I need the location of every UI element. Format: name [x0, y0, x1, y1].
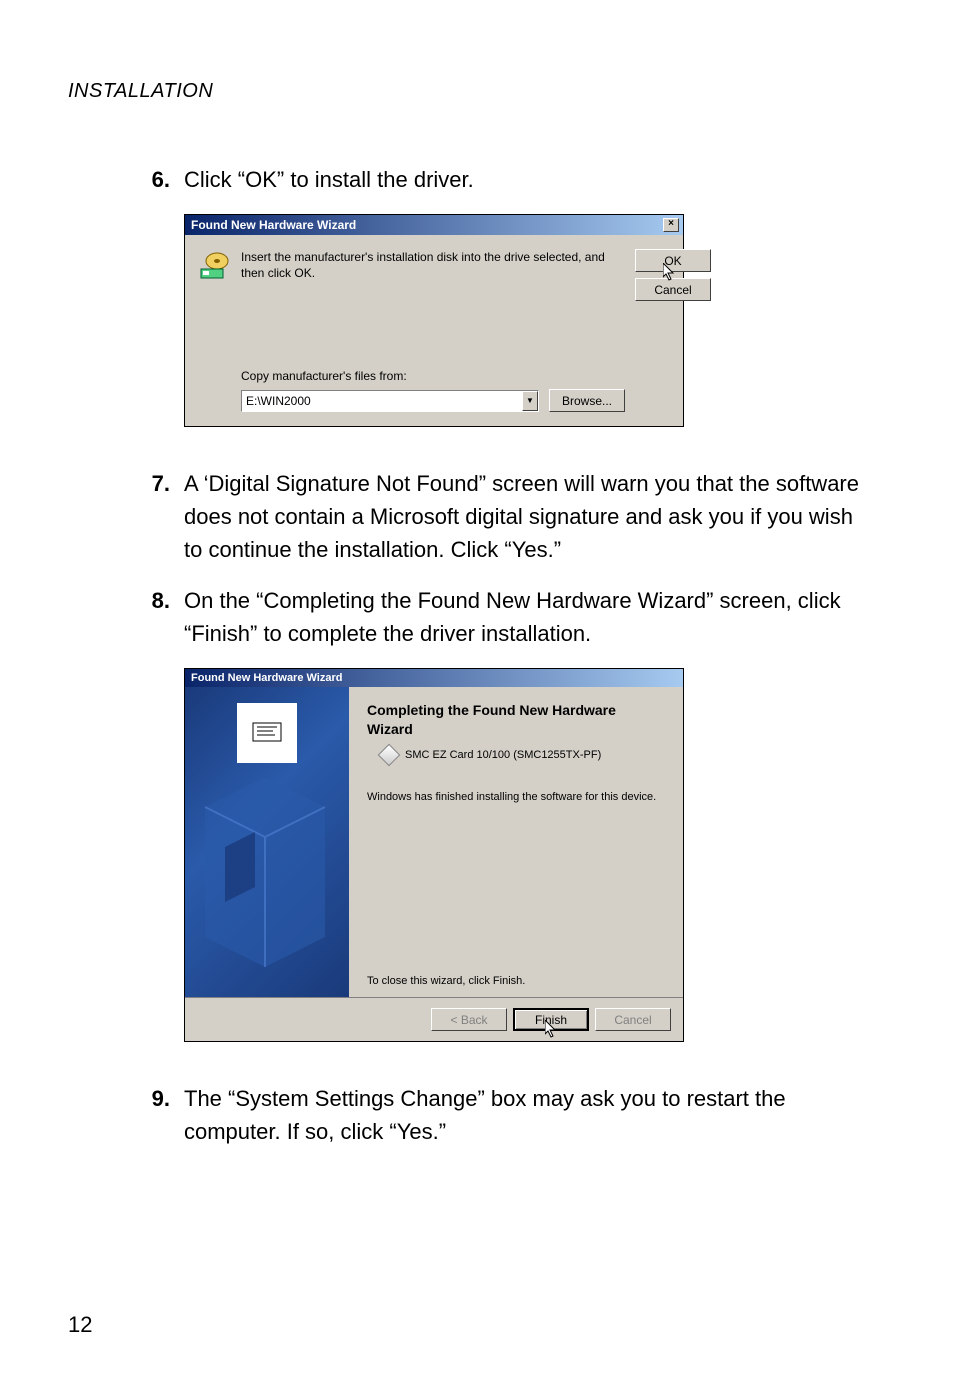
copy-from-label: Copy manufacturer's files from: — [241, 369, 625, 383]
step-number: 7. — [140, 467, 184, 566]
close-button[interactable]: × — [663, 218, 679, 232]
dropdown-arrow-icon[interactable]: ▼ — [522, 391, 538, 411]
dialog-titlebar: Found New Hardware Wizard × — [185, 215, 683, 235]
dialog-completing-wizard: Found New Hardware Wizard Completing the… — [184, 668, 684, 1042]
wizard-heading: Completing the Found New Hardware Wizard — [367, 701, 665, 739]
step-number: 9. — [140, 1082, 184, 1148]
network-card-icon — [378, 744, 401, 767]
step-text: On the “Completing the Found New Hardwar… — [184, 584, 886, 650]
path-input[interactable] — [242, 391, 522, 411]
step-8: 8. On the “Completing the Found New Hard… — [68, 584, 886, 650]
page-number: 12 — [68, 1312, 92, 1338]
step-number: 8. — [140, 584, 184, 650]
step-text: Click “OK” to install the driver. — [184, 163, 886, 196]
step-text: The “System Settings Change” box may ask… — [184, 1082, 886, 1148]
dialog-titlebar: Found New Hardware Wizard — [185, 669, 683, 687]
dialog-title: Found New Hardware Wizard — [191, 218, 663, 232]
browse-button[interactable]: Browse... — [549, 389, 625, 412]
step-6: 6. Click “OK” to install the driver. — [68, 163, 886, 196]
cancel-button: Cancel — [595, 1008, 671, 1031]
dialog-instruction: Insert the manufacturer's installation d… — [241, 249, 625, 281]
step-7: 7. A ‘Digital Signature Not Found” scree… — [68, 467, 886, 566]
step-text: A ‘Digital Signature Not Found” screen w… — [184, 467, 886, 566]
step-9: 9. The “System Settings Change” box may … — [68, 1082, 886, 1148]
dialog-insert-disk: Found New Hardware Wizard × Insert the m… — [184, 214, 684, 427]
step-number: 6. — [140, 163, 184, 196]
wizard-background-shape — [185, 687, 349, 997]
device-name: SMC EZ Card 10/100 (SMC1255TX-PF) — [405, 749, 601, 761]
path-combobox[interactable]: ▼ — [241, 390, 539, 412]
cursor-icon — [545, 1020, 561, 1040]
wizard-side-graphic — [185, 687, 349, 997]
cursor-icon — [663, 263, 679, 283]
close-hint: To close this wizard, click Finish. — [367, 875, 665, 987]
back-button: < Back — [431, 1008, 507, 1031]
install-disk-icon — [197, 251, 231, 281]
finished-message: Windows has finished installing the soft… — [367, 791, 665, 803]
page-header: INSTALLATION — [68, 80, 886, 103]
